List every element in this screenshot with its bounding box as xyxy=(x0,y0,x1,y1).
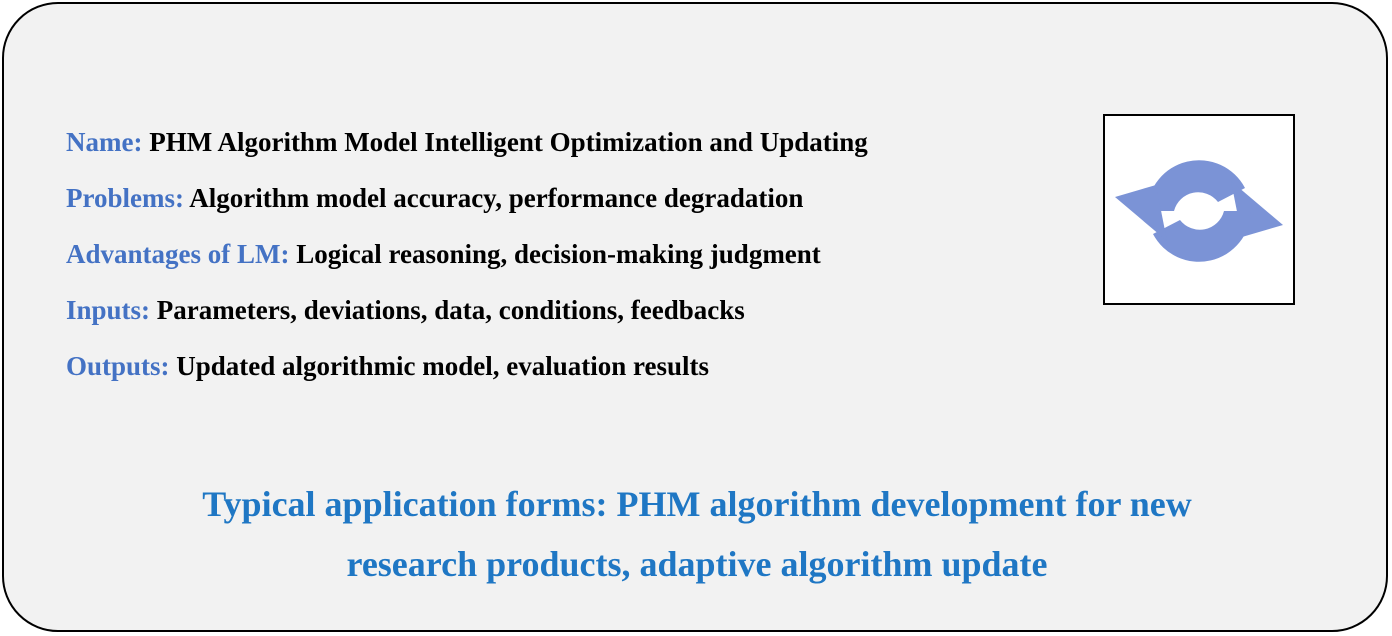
info-list: Name: PHM Algorithm Model Intelligent Op… xyxy=(66,114,868,394)
refresh-icon xyxy=(1115,160,1283,262)
advantages-value: Logical reasoning, decision-making judgm… xyxy=(296,239,821,269)
name-row: Name: PHM Algorithm Model Intelligent Op… xyxy=(66,114,868,170)
typical-application-forms: Typical application forms: PHM algorithm… xyxy=(4,474,1390,594)
outputs-label: Outputs: xyxy=(66,351,170,381)
inputs-value: Parameters, deviations, data, conditions… xyxy=(156,295,745,325)
info-card: Name: PHM Algorithm Model Intelligent Op… xyxy=(2,2,1388,632)
footer-line-1: Typical application forms: PHM algorithm… xyxy=(202,484,1192,524)
problems-value: Algorithm model accuracy, performance de… xyxy=(189,183,804,213)
footer-line-2: research products, adaptive algorithm up… xyxy=(346,544,1048,584)
outputs-row: Outputs: Updated algorithmic model, eval… xyxy=(66,338,868,394)
problems-label: Problems: xyxy=(66,183,184,213)
problems-row: Problems: Algorithm model accuracy, perf… xyxy=(66,170,868,226)
inputs-row: Inputs: Parameters, deviations, data, co… xyxy=(66,282,868,338)
icon-frame xyxy=(1103,114,1295,305)
name-value: PHM Algorithm Model Intelligent Optimiza… xyxy=(149,127,868,157)
inputs-label: Inputs: xyxy=(66,295,151,325)
advantages-row: Advantages of LM: Logical reasoning, dec… xyxy=(66,226,868,282)
name-label: Name: xyxy=(66,127,143,157)
outputs-value: Updated algorithmic model, evaluation re… xyxy=(176,351,710,381)
advantages-label: Advantages of LM: xyxy=(66,239,290,269)
